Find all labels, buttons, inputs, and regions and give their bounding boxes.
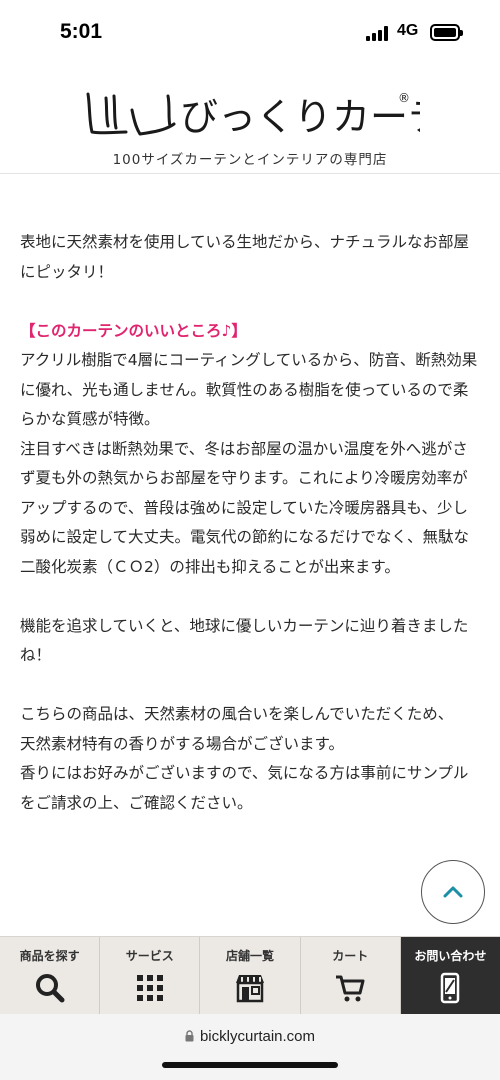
nav-label: お問い合わせ: [414, 949, 487, 963]
battery-icon: [430, 24, 463, 41]
site-header: びっくりカーテン ® 100サイズカーテンとインテリアの専門店: [0, 66, 500, 174]
description-insulation: 注目すべきは断熱効果で、冬はお部屋の温かい温度を外へ逃がさず夏も外の熱気からお部…: [20, 439, 470, 576]
nav-item-contact[interactable]: お問い合わせ: [400, 937, 500, 1014]
nav-item-stores[interactable]: 店舗一覧: [200, 937, 301, 1014]
nav-label: サービス: [125, 949, 174, 963]
description-intro: 表地に天然素材を使用している生地だから、ナチュラルなお部屋にピッタリ！: [20, 233, 470, 281]
scroll-to-top-button[interactable]: [421, 860, 485, 924]
chevron-up-icon: [443, 886, 463, 898]
description-scent-3: 香りにはお好みがございますので、気になる方は事前にサンプルをご請求の上、ご確認く…: [20, 764, 469, 812]
site-tagline: 100サイズカーテンとインテリアの専門店: [112, 152, 388, 168]
description-scent-2: 天然素材特有の香りがする場合がございます。: [20, 734, 344, 753]
logo-registered-mark: ®: [398, 91, 410, 105]
section-heading: 【このカーテンのいいところ♪】: [20, 321, 247, 340]
home-indicator: [162, 1062, 338, 1068]
nav-item-search[interactable]: 商品を探す: [0, 937, 101, 1014]
status-bar: 5:01 4G: [0, 0, 500, 66]
grid-icon: [136, 975, 163, 1001]
status-time: 5:01: [60, 20, 103, 43]
description-scent-1: こちらの商品は、天然素材の風合いを楽しんでいただくため、: [20, 705, 454, 723]
network-type: 4G: [397, 22, 419, 39]
signal-icon: [366, 25, 392, 41]
nav-label: 店舗一覧: [226, 949, 275, 963]
url-text: bicklycurtain.com: [199, 1028, 316, 1045]
nav-label: カート: [332, 949, 369, 963]
store-icon: [236, 975, 264, 1003]
product-description: 表地に天然素材を使用している生地だから、ナチュラルなお部屋にピッタリ！ 【このカ…: [20, 228, 480, 818]
search-icon: [35, 974, 65, 1003]
description-coating: アクリル樹脂で4層にコーティングしているから、防音、断熱効果に優れ、光も通しませ…: [20, 351, 478, 428]
phone-icon: [441, 972, 460, 1004]
nav-label: 商品を探す: [19, 949, 80, 963]
nav-item-cart[interactable]: カート: [301, 937, 401, 1014]
bottom-nav: 商品を探す サービス 店舗一覧 カート お問い合わせ: [0, 936, 500, 1014]
cart-icon: [336, 975, 365, 1002]
browser-url-bar[interactable]: bicklycurtain.com: [0, 1014, 500, 1080]
logo-text: びっくりカーテン: [180, 95, 420, 139]
site-logo[interactable]: びっくりカーテン ®: [80, 74, 420, 152]
lock-icon: [185, 1030, 194, 1042]
description-eco: 機能を追求していくと、地球に優しいカーテンに辿り着きましたね！: [20, 616, 469, 665]
nav-item-services[interactable]: サービス: [100, 937, 201, 1014]
url-display[interactable]: bicklycurtain.com: [0, 1028, 500, 1045]
